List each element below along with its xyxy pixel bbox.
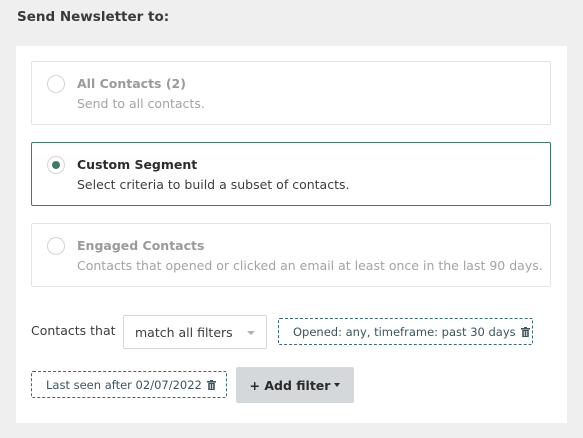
radio-all-contacts[interactable] (47, 75, 65, 93)
radio-custom-segment[interactable] (47, 156, 65, 174)
option-all-contacts[interactable]: All Contacts (2) Send to all contacts. (31, 61, 551, 125)
option-description: Send to all contacts. (77, 96, 205, 111)
option-engaged-contacts[interactable]: Engaged Contacts Contacts that opened or… (31, 223, 551, 287)
add-filter-button[interactable]: + Add filter (236, 367, 354, 403)
add-filter-label: + Add filter (249, 377, 331, 393)
match-filters-select[interactable]: match all filters (123, 315, 267, 349)
radio-engaged-contacts[interactable] (47, 237, 65, 255)
filter-chip-text: Last seen after 02/07/2022 (46, 377, 202, 392)
option-custom-segment[interactable]: Custom Segment Select criteria to build … (31, 142, 551, 206)
chevron-down-icon (247, 331, 255, 335)
trash-icon[interactable] (206, 379, 216, 390)
filter-chip-text: Opened: any, timeframe: past 30 days (293, 324, 516, 339)
contacts-that-label: Contacts that (31, 323, 116, 338)
trash-icon[interactable] (520, 326, 530, 337)
page-title: Send Newsletter to: (17, 9, 170, 25)
filter-chip-last-seen[interactable]: Last seen after 02/07/2022 (31, 371, 227, 398)
recipient-panel: All Contacts (2) Send to all contacts. C… (16, 46, 567, 423)
match-filters-value: match all filters (135, 325, 233, 340)
option-description: Contacts that opened or clicked an email… (77, 258, 543, 273)
caret-down-icon (334, 383, 341, 387)
option-title: All Contacts (2) (77, 76, 186, 91)
filter-chip-opened[interactable]: Opened: any, timeframe: past 30 days (278, 318, 533, 345)
option-description: Select criteria to build a subset of con… (77, 177, 350, 192)
option-title: Custom Segment (77, 157, 198, 172)
option-title: Engaged Contacts (77, 238, 205, 253)
radio-selected-dot (52, 161, 60, 169)
